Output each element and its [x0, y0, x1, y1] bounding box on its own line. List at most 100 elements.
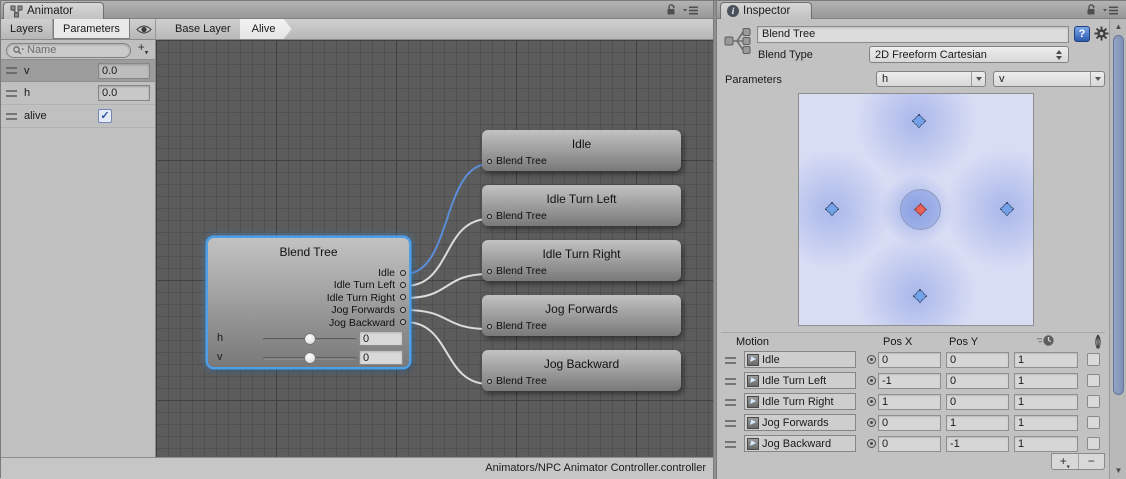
window-menu-icon[interactable] — [1103, 6, 1119, 15]
drag-handle-icon[interactable] — [725, 378, 736, 385]
drag-handle-icon[interactable] — [725, 357, 736, 364]
parameter-row-alive[interactable]: alive ✓ — [1, 105, 155, 128]
breadcrumb-alive[interactable]: Alive — [240, 19, 292, 39]
help-icon[interactable]: ? — [1074, 26, 1090, 42]
scroll-up-icon[interactable]: ▲ — [1110, 22, 1126, 31]
output-port[interactable] — [400, 319, 406, 325]
motion-field[interactable]: ▶Jog Backward — [744, 435, 856, 452]
drag-handle-icon[interactable] — [6, 90, 17, 97]
pos-y-field[interactable]: 1 — [946, 415, 1009, 431]
inspector-scrollbar[interactable]: ▲ ▼ — [1109, 19, 1126, 479]
motion-node-jog-backward[interactable]: Jog Backward Blend Tree — [482, 350, 681, 391]
motion-node-idle-turn-right[interactable]: Idle Turn Right Blend Tree — [482, 240, 681, 281]
motion-field[interactable]: ▶Jog Forwards — [744, 414, 856, 431]
state-machine-graph[interactable]: Blend Tree Idle Idle Turn Left Idle Turn… — [156, 40, 713, 457]
mirror-checkbox[interactable] — [1087, 395, 1100, 408]
tab-animator[interactable]: Animator — [3, 2, 104, 19]
object-picker-icon[interactable] — [867, 376, 876, 385]
speed-field[interactable]: 1 — [1014, 394, 1078, 410]
speed-field[interactable]: 1 — [1014, 436, 1078, 452]
scroll-down-icon[interactable]: ▼ — [1110, 466, 1126, 475]
motion-field[interactable]: ▶Idle Turn Left — [744, 372, 856, 389]
param-x-dropdown[interactable]: h — [876, 71, 986, 87]
h-slider-value[interactable]: 0 — [359, 331, 403, 346]
blend-point-idle-turn-right[interactable] — [1000, 202, 1014, 216]
pos-x-field[interactable]: 1 — [878, 394, 941, 410]
motion-node-idle[interactable]: Idle Blend Tree — [482, 130, 681, 171]
connection-idle-turn-left[interactable] — [405, 219, 489, 286]
v-slider[interactable] — [263, 357, 356, 360]
motion-row-idle-turn-right[interactable]: ▶Idle Turn Right 1 0 1 — [721, 392, 1105, 412]
object-picker-icon[interactable] — [867, 355, 876, 364]
param-y-dropdown[interactable]: v — [993, 71, 1105, 87]
pos-y-field[interactable]: 0 — [946, 352, 1009, 368]
slider-knob[interactable] — [304, 333, 316, 345]
blend-space-2d[interactable] — [798, 93, 1034, 326]
connection-jog-forwards[interactable] — [405, 310, 489, 329]
blend-point-jog-backward[interactable] — [913, 289, 927, 303]
parameter-value-field[interactable]: 0.0 — [98, 85, 150, 101]
motion-field[interactable]: ▶Idle Turn Right — [744, 393, 856, 410]
mirror-checkbox[interactable] — [1087, 374, 1100, 387]
motion-row-idle-turn-left[interactable]: ▶Idle Turn Left -1 0 1 — [721, 371, 1105, 391]
pos-y-field[interactable]: 0 — [946, 373, 1009, 389]
speed-field[interactable]: 1 — [1014, 352, 1078, 368]
mirror-checkbox[interactable] — [1087, 416, 1100, 429]
connection-idle[interactable] — [405, 164, 489, 274]
blend-point-idle-turn-left[interactable] — [825, 202, 839, 216]
speed-field[interactable]: 1 — [1014, 415, 1078, 431]
motion-row-idle[interactable]: ▶Idle 0 0 1 — [721, 350, 1105, 370]
add-parameter-button[interactable]: +▾ — [135, 40, 151, 60]
drag-handle-icon[interactable] — [725, 420, 736, 427]
lock-icon[interactable] — [1086, 4, 1096, 16]
drag-handle-icon[interactable] — [725, 399, 736, 406]
pos-x-field[interactable]: 0 — [878, 415, 941, 431]
drag-handle-icon[interactable] — [725, 441, 736, 448]
v-slider-value[interactable]: 0 — [359, 350, 403, 365]
output-port[interactable] — [400, 270, 406, 276]
pos-y-field[interactable]: -1 — [946, 436, 1009, 452]
tab-inspector[interactable]: i Inspector — [720, 2, 812, 19]
search-input[interactable]: Name — [6, 43, 131, 58]
blend-tree-name-field[interactable]: Blend Tree — [757, 26, 1069, 43]
add-motion-button[interactable]: +▾ — [1052, 454, 1079, 469]
slider-knob[interactable] — [304, 352, 316, 364]
tab-layers[interactable]: Layers — [1, 19, 53, 39]
input-port[interactable] — [487, 214, 492, 219]
visibility-toggle[interactable] — [130, 19, 158, 39]
object-picker-icon[interactable] — [867, 418, 876, 427]
remove-motion-button[interactable]: − — [1079, 454, 1105, 469]
motion-node-idle-turn-left[interactable]: Idle Turn Left Blend Tree — [482, 185, 681, 226]
motion-row-jog-backward[interactable]: ▶Jog Backward 0 -1 1 — [721, 434, 1105, 454]
input-port[interactable] — [487, 379, 492, 384]
input-port[interactable] — [487, 324, 492, 329]
object-picker-icon[interactable] — [867, 397, 876, 406]
blend-tree-node[interactable]: Blend Tree Idle Idle Turn Left Idle Turn… — [208, 238, 409, 367]
connection-jog-backward[interactable] — [405, 322, 489, 384]
breadcrumb-base-layer[interactable]: Base Layer — [157, 19, 247, 39]
scrollbar-thumb[interactable] — [1113, 35, 1124, 395]
window-menu-icon[interactable] — [683, 6, 699, 15]
parameter-value-field[interactable]: 0.0 — [98, 63, 150, 79]
motion-row-jog-forwards[interactable]: ▶Jog Forwards 0 1 1 — [721, 413, 1105, 433]
mirror-checkbox[interactable] — [1087, 353, 1100, 366]
speed-field[interactable]: 1 — [1014, 373, 1078, 389]
output-port[interactable] — [400, 282, 406, 288]
parameter-checkbox[interactable]: ✓ — [98, 109, 112, 123]
lock-icon[interactable] — [666, 4, 676, 16]
h-slider[interactable] — [263, 338, 356, 341]
drag-handle-icon[interactable] — [6, 113, 17, 120]
motion-node-jog-forwards[interactable]: Jog Forwards Blend Tree — [482, 295, 681, 336]
tab-parameters[interactable]: Parameters — [53, 19, 130, 39]
input-port[interactable] — [487, 159, 492, 164]
mirror-checkbox[interactable] — [1087, 437, 1100, 450]
output-port[interactable] — [400, 294, 406, 300]
drag-handle-icon[interactable] — [6, 67, 17, 74]
motion-field[interactable]: ▶Idle — [744, 351, 856, 368]
connection-idle-turn-right[interactable] — [405, 274, 489, 298]
output-port[interactable] — [400, 307, 406, 313]
blend-type-dropdown[interactable]: 2D Freeform Cartesian — [869, 46, 1069, 63]
pos-x-field[interactable]: 0 — [878, 436, 941, 452]
pos-x-field[interactable]: -1 — [878, 373, 941, 389]
parameter-row-v[interactable]: v 0.0 — [1, 59, 155, 82]
